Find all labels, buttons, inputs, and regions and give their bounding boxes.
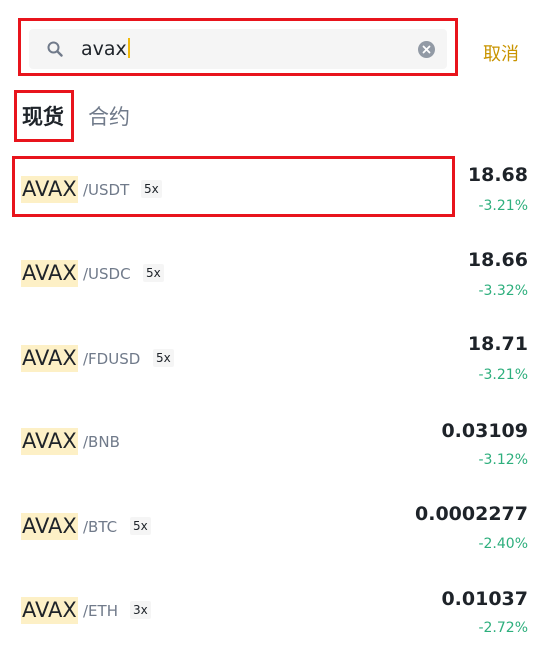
search-input[interactable]: avax xyxy=(81,36,130,62)
price-change: -3.21% xyxy=(478,367,528,383)
text-caret xyxy=(127,38,130,58)
clear-icon[interactable] xyxy=(418,41,435,58)
quote-asset: /BNB xyxy=(83,433,120,451)
price-change: -3.12% xyxy=(478,452,528,468)
last-price: 0.03109 xyxy=(441,420,528,442)
quote-asset: /ETH xyxy=(83,602,118,620)
price-change: -2.72% xyxy=(478,620,528,636)
pair-row-avax-fdusd[interactable]: AVAX /FDUSD 5x 18.71 -3.21% xyxy=(0,330,550,394)
quote-asset: /USDC xyxy=(83,265,131,283)
pair-row-avax-usdt[interactable]: AVAX /USDT 5x 18.68 -3.21% xyxy=(0,158,550,222)
pair-row-avax-eth[interactable]: AVAX /ETH 3x 0.01037 -2.72% xyxy=(0,583,550,647)
last-price: 0.01037 xyxy=(441,588,528,610)
search-icon xyxy=(47,41,63,57)
leverage-badge: 3x xyxy=(130,601,151,619)
search-highlight-frame: avax xyxy=(18,18,458,76)
leverage-badge: 5x xyxy=(153,349,174,367)
base-asset: AVAX xyxy=(21,345,78,372)
tab-futures[interactable]: 合约 xyxy=(88,101,130,131)
price-change: -2.40% xyxy=(478,536,528,552)
last-price: 0.0002277 xyxy=(415,503,528,525)
base-asset: AVAX xyxy=(21,260,78,287)
quote-asset: /USDT xyxy=(83,181,130,199)
pair-row-avax-btc[interactable]: AVAX /BTC 5x 0.0002277 -2.40% xyxy=(0,498,550,562)
base-asset: AVAX xyxy=(21,597,78,624)
pair-row-avax-bnb[interactable]: AVAX /BNB 0.03109 -3.12% xyxy=(0,414,550,478)
pair-row-avax-usdc[interactable]: AVAX /USDC 5x 18.66 -3.32% xyxy=(0,244,550,308)
tab-spot[interactable]: 现货 xyxy=(22,101,64,131)
search-input-value: avax xyxy=(81,38,127,60)
base-asset: AVAX xyxy=(21,513,78,540)
quote-asset: /FDUSD xyxy=(83,350,141,368)
last-price: 18.71 xyxy=(467,333,528,355)
base-asset: AVAX xyxy=(21,428,78,455)
leverage-badge: 5x xyxy=(130,517,151,535)
base-asset: AVAX xyxy=(21,176,78,203)
price-change: -3.21% xyxy=(478,198,528,214)
quote-asset: /BTC xyxy=(83,518,118,536)
leverage-badge: 5x xyxy=(143,264,164,282)
price-change: -3.32% xyxy=(478,283,528,299)
search-box[interactable]: avax xyxy=(29,29,447,69)
leverage-badge: 5x xyxy=(141,180,162,198)
last-price: 18.68 xyxy=(467,164,528,186)
cancel-button[interactable]: 取消 xyxy=(483,40,519,66)
last-price: 18.66 xyxy=(467,249,528,271)
